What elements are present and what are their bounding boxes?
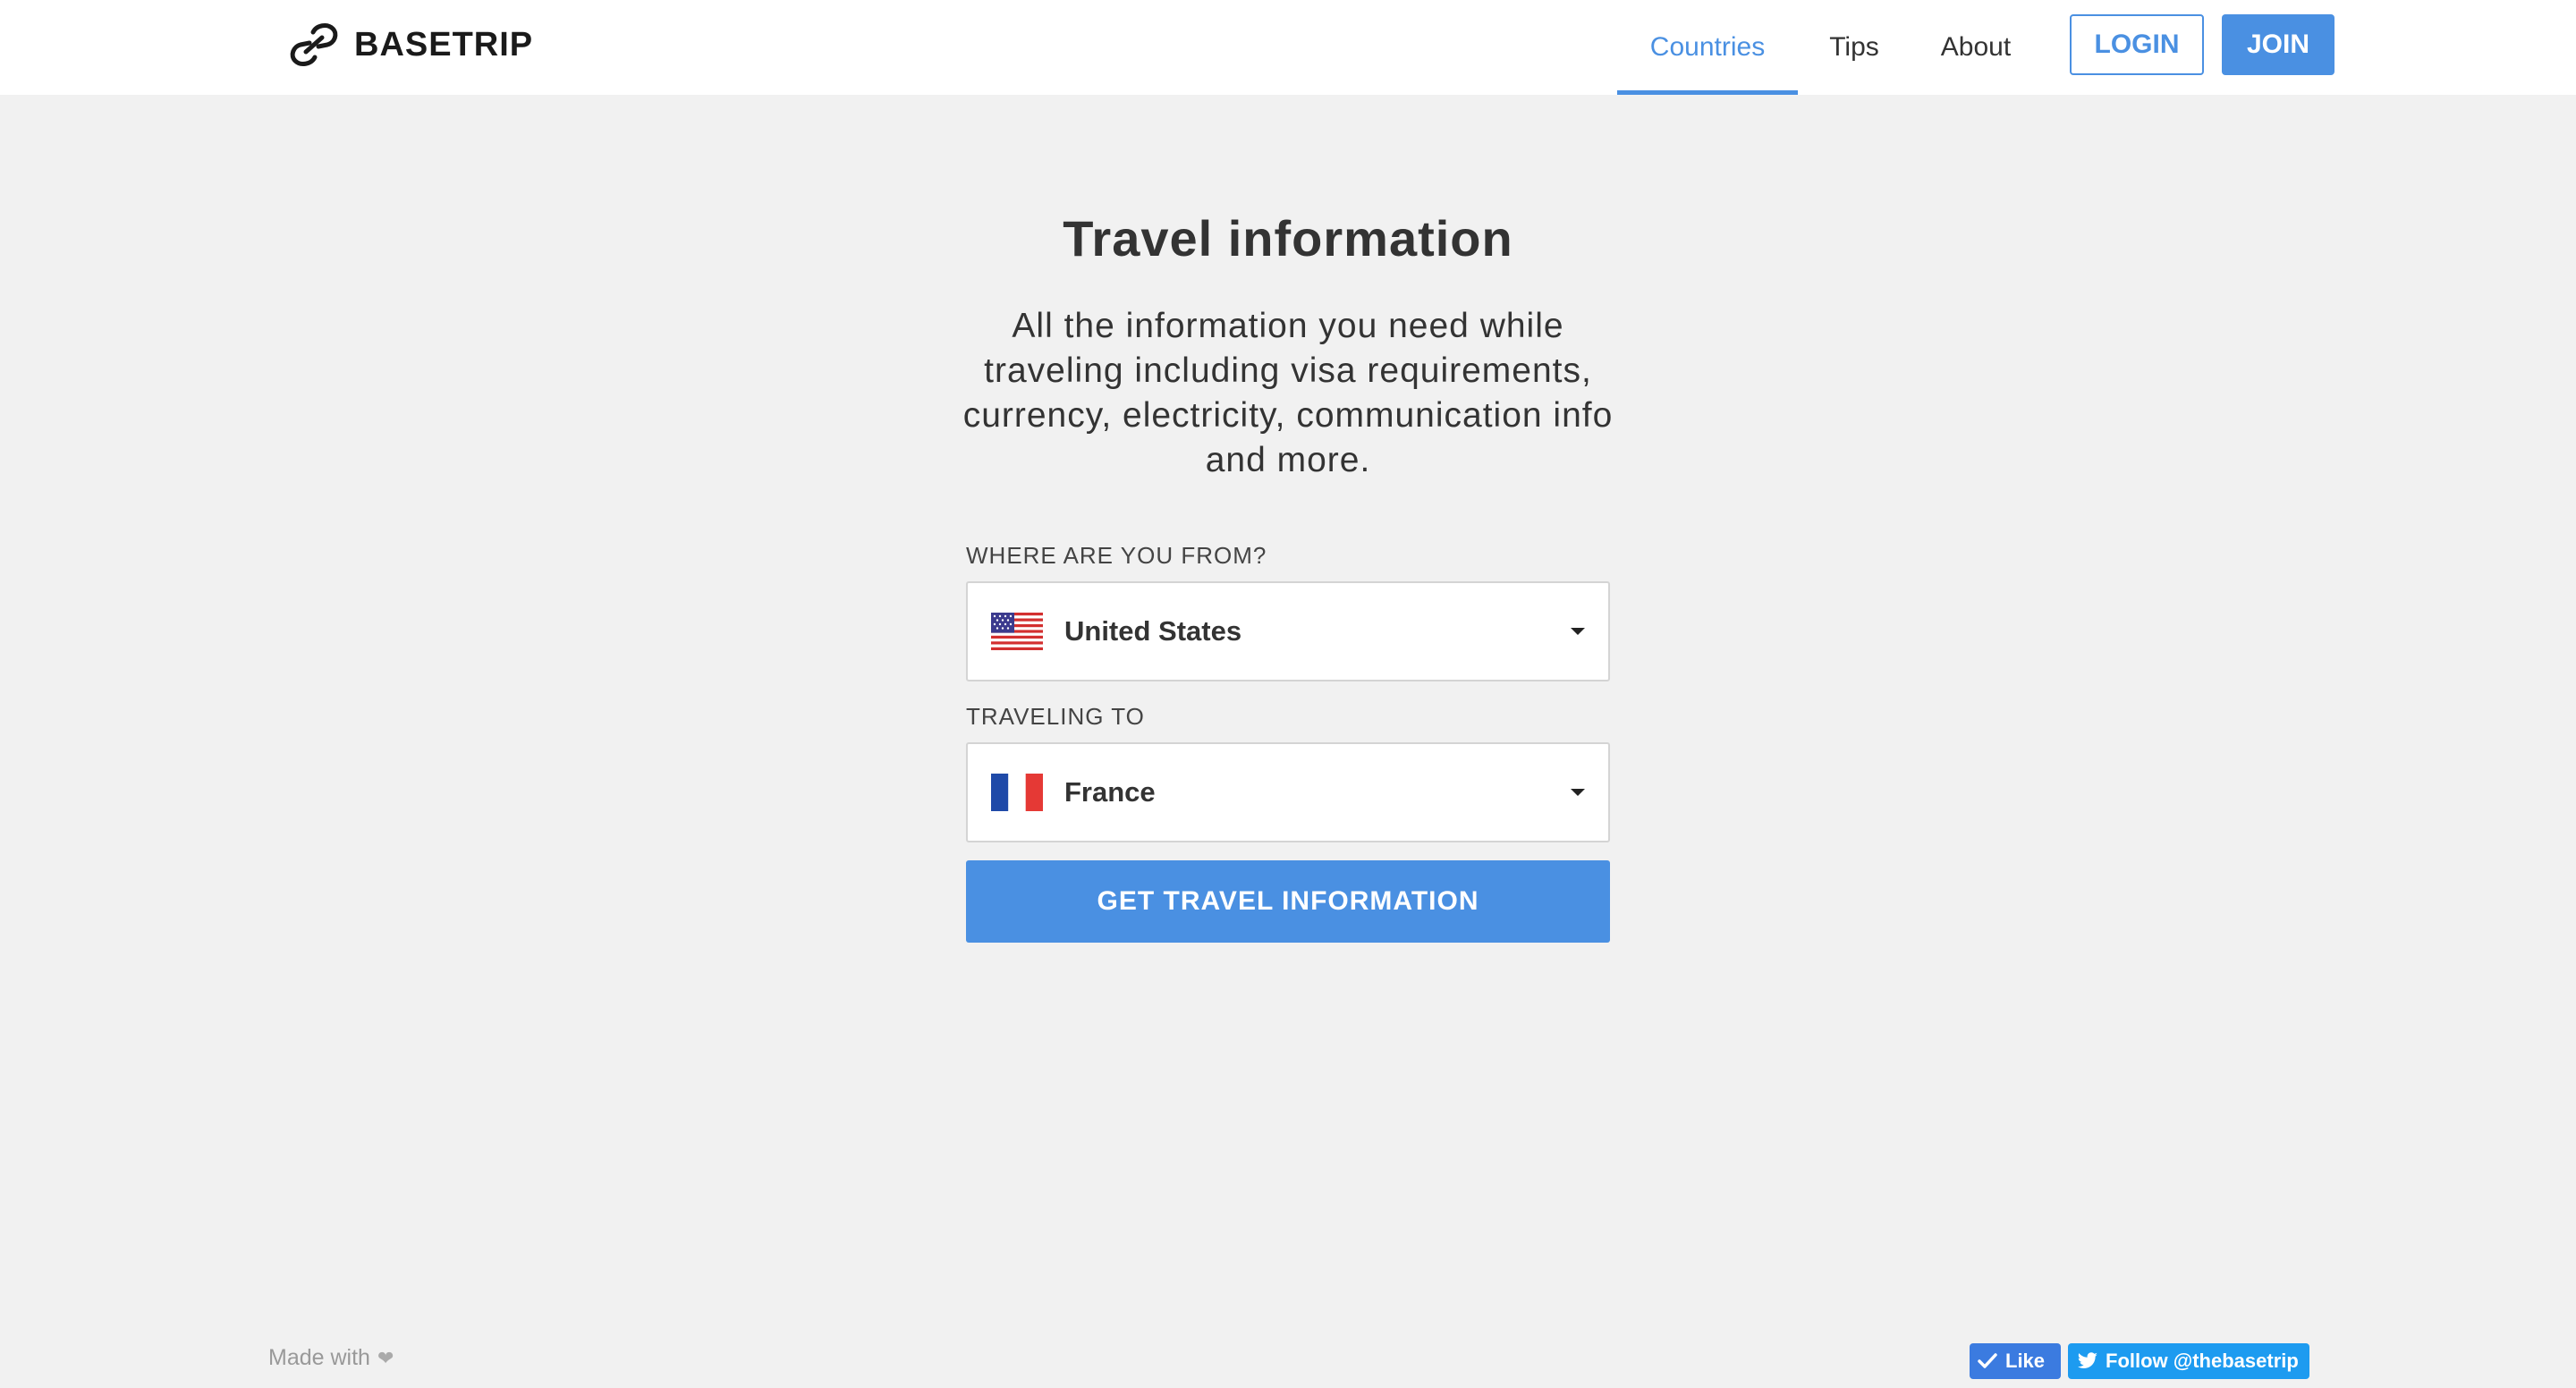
page-subtitle: All the information you need while trave…: [962, 307, 1614, 479]
fr-flag-icon: [991, 774, 1043, 811]
like-label: Like: [2005, 1350, 2046, 1372]
destination-country-value: France: [1064, 776, 1156, 808]
facebook-like-button[interactable]: Like: [1970, 1343, 2061, 1379]
chevron-down-icon: [1571, 628, 1585, 635]
made-with-note: Made with ❤: [268, 1345, 394, 1371]
made-with-text: Made with: [268, 1345, 370, 1370]
site-header: BASETRIP Countries Tips About LOGIN JOIN: [0, 0, 2576, 95]
heart-icon: ❤: [377, 1346, 394, 1369]
main-nav: Countries Tips About: [1617, 0, 2041, 95]
join-button[interactable]: JOIN: [2222, 14, 2334, 75]
nav-countries[interactable]: Countries: [1617, 0, 1798, 95]
destination-label: TRAVELING TO: [966, 703, 1145, 730]
origin-country-select[interactable]: United States: [966, 581, 1610, 681]
destination-country-select[interactable]: France: [966, 742, 1610, 842]
origin-country-value: United States: [1064, 615, 1242, 647]
nav-about[interactable]: About: [1911, 0, 2041, 95]
login-button[interactable]: LOGIN: [2070, 14, 2204, 75]
get-travel-information-button[interactable]: GET TRAVEL INFORMATION: [966, 860, 1610, 943]
chevron-down-icon: [1571, 789, 1585, 796]
follow-label: Follow @thebasetrip: [2106, 1350, 2299, 1372]
page-title: Travel information: [1063, 210, 1513, 267]
us-flag-icon: [991, 613, 1043, 650]
twitter-bird-icon: [2077, 1352, 2097, 1368]
origin-label: WHERE ARE YOU FROM?: [966, 542, 1267, 569]
brand-logo[interactable]: BASETRIP: [286, 20, 533, 70]
nav-tips[interactable]: Tips: [1798, 0, 1911, 95]
brand-name: BASETRIP: [354, 25, 534, 63]
link-chain-icon: [290, 23, 338, 66]
checkmark-icon: [1978, 1353, 1997, 1368]
twitter-follow-button[interactable]: Follow @thebasetrip: [2068, 1343, 2309, 1379]
